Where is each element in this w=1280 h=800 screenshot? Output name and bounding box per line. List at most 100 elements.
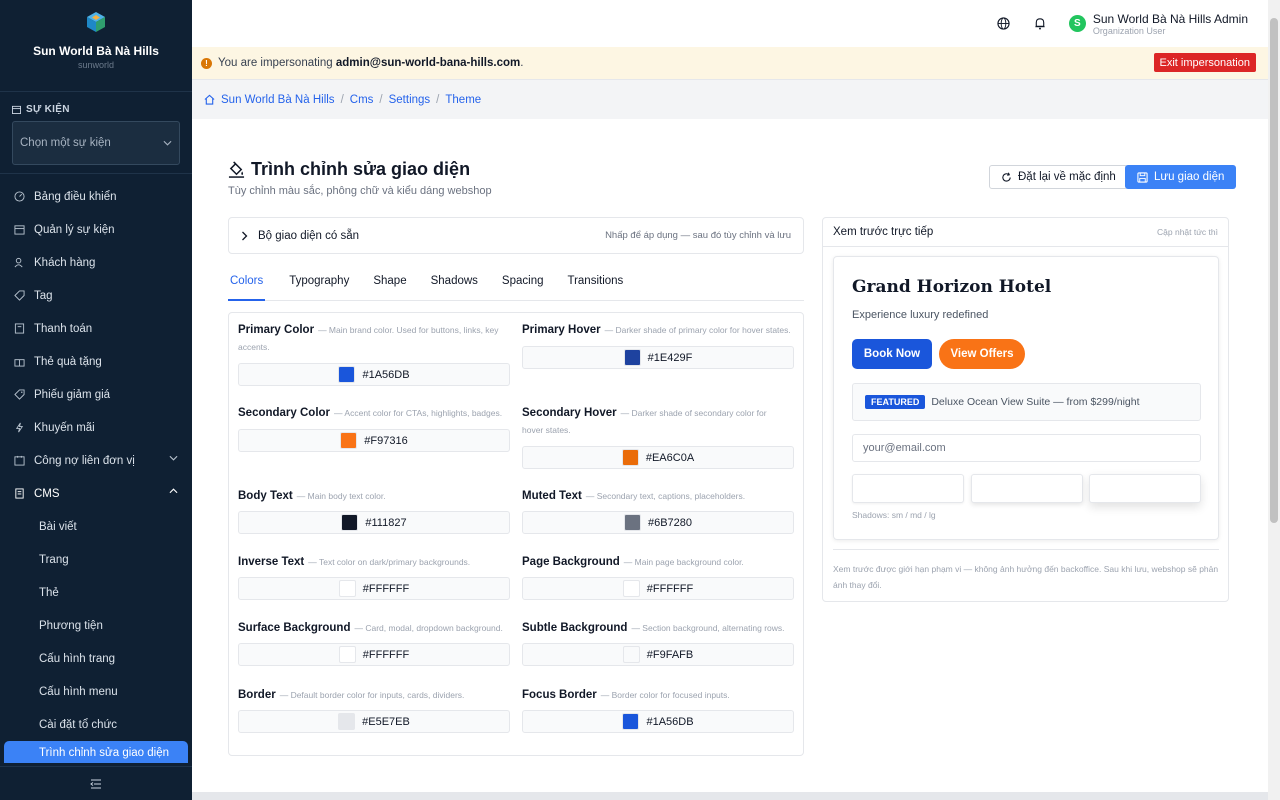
tab-shape[interactable]: Shape bbox=[373, 275, 406, 301]
color-input[interactable]: #F9FAFB bbox=[522, 643, 794, 666]
preview-featured-row: FEATURED Deluxe Ocean View Suite — from … bbox=[852, 383, 1201, 421]
sidebar-collapse-button[interactable] bbox=[0, 766, 192, 800]
sidebar-item-gift-cards[interactable]: Thẻ quà tặng bbox=[0, 345, 192, 378]
color-input[interactable]: #1A56DB bbox=[238, 363, 510, 386]
color-input[interactable]: #FFFFFF bbox=[522, 577, 794, 600]
preview-book-now-button[interactable]: Book Now bbox=[852, 339, 932, 369]
color-field-body-text: Body Text — Main body text color. #111827 bbox=[238, 488, 510, 534]
sidebar-subitem-tags[interactable]: Thẻ bbox=[0, 576, 192, 609]
calendar-icon bbox=[12, 105, 21, 114]
topbar: S Sun World Bà Nà Hills Admin Organizati… bbox=[192, 0, 1268, 47]
tab-typography[interactable]: Typography bbox=[289, 275, 349, 301]
preview-tagline: Experience luxury redefined bbox=[852, 309, 989, 321]
receipt-icon bbox=[13, 323, 25, 335]
sidebar-subitem-posts[interactable]: Bài viết bbox=[0, 510, 192, 543]
bell-icon[interactable] bbox=[1033, 17, 1047, 31]
shadow-sample-sm bbox=[852, 474, 964, 503]
live-preview: Xem trước trực tiếp Cập nhật tức thì Gra… bbox=[822, 217, 1229, 602]
breadcrumb-cms[interactable]: Cms bbox=[350, 94, 374, 106]
color-input[interactable]: #FFFFFF bbox=[238, 643, 510, 666]
sidebar-item-inter-unit-debt[interactable]: Công nợ liên đơn vị bbox=[0, 444, 192, 477]
color-swatch[interactable] bbox=[338, 580, 356, 597]
preview-card: Grand Horizon Hotel Experience luxury re… bbox=[833, 256, 1219, 540]
color-input[interactable]: #1A56DB bbox=[522, 710, 794, 733]
brand: Sun World Bà Nà Hills sunworld bbox=[0, 0, 192, 92]
calendar-icon bbox=[13, 224, 25, 236]
sidebar-item-coupons[interactable]: Phiếu giảm giá bbox=[0, 378, 192, 411]
tab-transitions[interactable]: Transitions bbox=[567, 275, 623, 301]
brand-sub: sunworld bbox=[77, 60, 115, 70]
tab-colors[interactable]: Colors bbox=[228, 275, 266, 301]
preview-note: Xem trước được giới hạn phạm vi — không … bbox=[833, 549, 1219, 593]
preview-live-label: Cập nhật tức thì bbox=[1157, 227, 1218, 237]
sidebar-item-events[interactable]: Quản lý sự kiện bbox=[0, 213, 192, 246]
paint-bucket-icon bbox=[228, 161, 245, 178]
sidebar-item-tag[interactable]: Tag bbox=[0, 279, 192, 312]
exit-impersonation-button[interactable]: Exit impersonation bbox=[1153, 53, 1256, 72]
sidebar-item-dashboard[interactable]: Bảng điều khiển bbox=[0, 180, 192, 213]
chevron-down-icon bbox=[163, 140, 172, 146]
tab-shadows[interactable]: Shadows bbox=[431, 275, 478, 301]
sidebar-item-cms[interactable]: CMS bbox=[0, 477, 192, 510]
sidebar-subitem-menu-config[interactable]: Cấu hình menu bbox=[0, 675, 192, 708]
breadcrumb-theme[interactable]: Theme bbox=[445, 94, 481, 106]
save-theme-button[interactable]: Lưu giao diện bbox=[1125, 165, 1237, 189]
users-icon bbox=[13, 257, 25, 269]
chevron-down-icon bbox=[169, 455, 178, 461]
preset-themes-accordion[interactable]: Bộ giao diện có sẵn Nhấp để áp dụng — sa… bbox=[228, 217, 804, 254]
shadow-sample-md bbox=[971, 474, 1083, 503]
shadow-sample-lg bbox=[1089, 474, 1201, 503]
sidebar-subitem-page-config[interactable]: Cấu hình trang bbox=[0, 642, 192, 675]
preview-hotel-name: Grand Horizon Hotel bbox=[852, 277, 1052, 297]
sidebar-subitem-media[interactable]: Phương tiện bbox=[0, 609, 192, 642]
scrollbar-thumb[interactable] bbox=[1270, 18, 1278, 523]
color-swatch[interactable] bbox=[621, 449, 639, 466]
color-field-border: Border — Default border color for inputs,… bbox=[238, 687, 510, 733]
sidebar-item-payments[interactable]: Thanh toán bbox=[0, 312, 192, 345]
breadcrumb-settings[interactable]: Settings bbox=[389, 94, 431, 106]
save-icon bbox=[1137, 171, 1148, 183]
refresh-icon bbox=[1002, 172, 1011, 182]
color-swatch[interactable] bbox=[340, 432, 358, 449]
breadcrumb-org[interactable]: Sun World Bà Nà Hills bbox=[221, 94, 335, 106]
globe-icon[interactable] bbox=[997, 17, 1011, 31]
color-swatch[interactable] bbox=[622, 580, 640, 597]
reset-default-button[interactable]: Đặt lại về mặc định bbox=[989, 165, 1128, 189]
color-swatch[interactable] bbox=[338, 366, 356, 383]
color-field-subtle-background: Subtle Background — Section background, a… bbox=[522, 620, 794, 666]
home-icon[interactable] bbox=[204, 94, 215, 105]
sidebar-subitem-org-settings[interactable]: Cài đặt tổ chức bbox=[0, 708, 192, 741]
sidebar-item-promotions[interactable]: Khuyến mãi bbox=[0, 411, 192, 444]
color-input[interactable]: #F97316 bbox=[238, 429, 510, 452]
dashboard-icon bbox=[13, 191, 25, 203]
tab-spacing[interactable]: Spacing bbox=[502, 275, 544, 301]
color-field-secondary-hover: Secondary Hover — Darker shade of seconda… bbox=[522, 405, 794, 469]
color-swatch[interactable] bbox=[338, 713, 356, 730]
sidebar-subitem-theme-editor[interactable]: Trình chỉnh sửa giao diện bbox=[4, 741, 188, 763]
color-swatch[interactable] bbox=[623, 349, 641, 366]
color-input[interactable]: #E5E7EB bbox=[238, 710, 510, 733]
color-input[interactable]: #1E429F bbox=[522, 346, 794, 369]
sidebar-subitem-pages[interactable]: Trang bbox=[0, 543, 192, 576]
color-input[interactable]: #111827 bbox=[238, 511, 510, 534]
sidebar-item-customers[interactable]: Khách hàng bbox=[0, 246, 192, 279]
color-swatch[interactable] bbox=[622, 713, 640, 730]
user-role: Organization User bbox=[1092, 25, 1166, 36]
color-swatch[interactable] bbox=[338, 646, 356, 663]
preview-heading: Xem trước trực tiếp bbox=[833, 226, 934, 238]
color-swatch[interactable] bbox=[341, 514, 359, 531]
color-input[interactable]: #6B7280 bbox=[522, 511, 794, 534]
preview-email-input[interactable]: your@email.com bbox=[852, 434, 1201, 462]
tag-icon bbox=[13, 290, 25, 302]
avatar: S bbox=[1068, 15, 1086, 32]
color-swatch[interactable] bbox=[622, 646, 640, 663]
event-select[interactable]: Chọn một sự kiện bbox=[12, 121, 180, 165]
color-input[interactable]: #EA6C0A bbox=[522, 446, 794, 469]
sidebar: Sun World Bà Nà Hills sunworld SỰ KIỆN C… bbox=[0, 0, 192, 800]
shadows-label: Shadows: sm / md / lg bbox=[852, 510, 936, 520]
color-input[interactable]: #FFFFFF bbox=[238, 577, 510, 600]
page-scrollbar[interactable] bbox=[1268, 0, 1280, 800]
preview-view-offers-button[interactable]: View Offers bbox=[939, 339, 1025, 369]
color-swatch[interactable] bbox=[623, 514, 641, 531]
user-menu[interactable]: S Sun World Bà Nà Hills Admin Organizati… bbox=[1068, 12, 1248, 36]
